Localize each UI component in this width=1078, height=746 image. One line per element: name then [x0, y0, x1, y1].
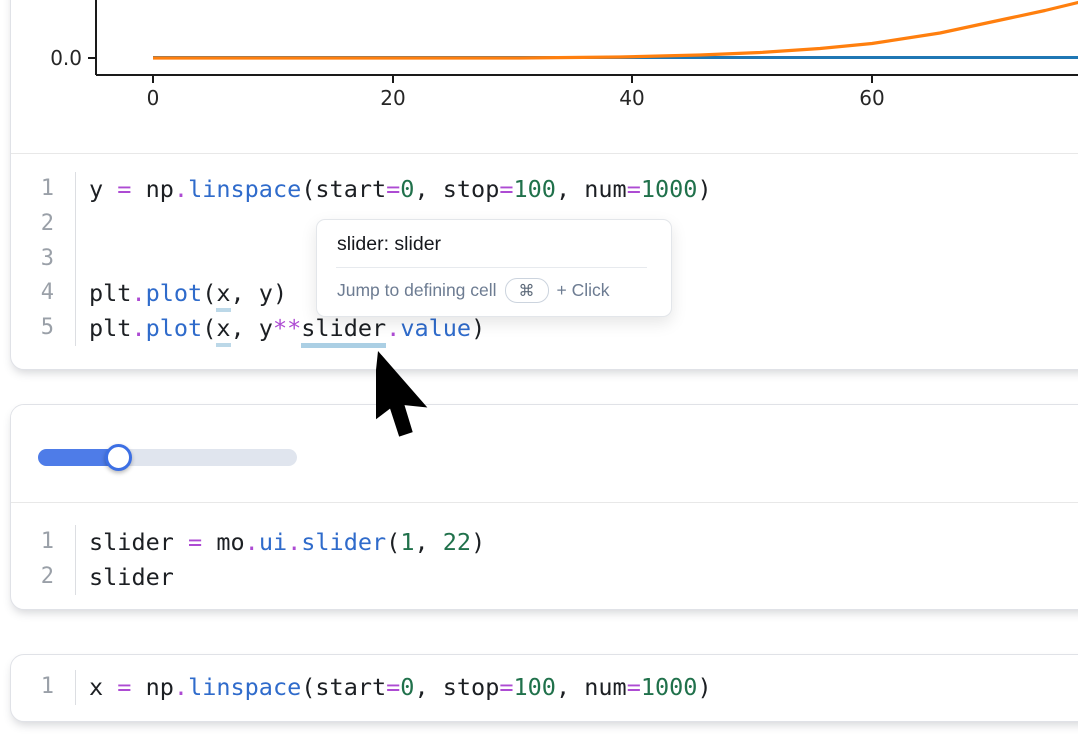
code-editor-x[interactable]: 1x = np.linspace(start=0, stop=100, num=… — [11, 655, 1078, 721]
variable-reference[interactable]: x — [216, 314, 230, 347]
code-line[interactable]: 1x = np.linspace(start=0, stop=100, num=… — [11, 670, 1078, 705]
tooltip-action-label: Jump to defining cell — [337, 280, 497, 301]
x-tick-label: 60 — [859, 86, 884, 110]
plot-output: 0.0 0 20 40 60 — [11, 0, 1078, 154]
line-number: 1 — [11, 525, 76, 560]
line-number: 5 — [11, 311, 76, 346]
notebook-cell-slider: 1slider = mo.ui.slider(1, 22)2slider — [10, 404, 1078, 610]
line-number: 2 — [11, 560, 76, 595]
line-number: 1 — [11, 172, 76, 207]
variable-reference[interactable]: x — [216, 279, 230, 312]
slider-thumb[interactable] — [105, 444, 132, 471]
code-editor-slider[interactable]: 1slider = mo.ui.slider(1, 22)2slider — [11, 503, 1078, 608]
cursor-pointer — [376, 351, 456, 451]
x-tick-label: 40 — [619, 86, 644, 110]
code-line[interactable]: 1y = np.linspace(start=0, stop=100, num=… — [11, 172, 1078, 207]
series-line-orange — [153, 0, 1078, 58]
variable-tooltip: slider: slider Jump to defining cell ⌘ +… — [316, 219, 672, 317]
notebook-cell-x: 1x = np.linspace(start=0, stop=100, num=… — [10, 654, 1078, 722]
code-line[interactable]: 2slider — [11, 560, 1078, 595]
line-number: 4 — [11, 276, 76, 311]
tooltip-click-label: + Click — [557, 280, 610, 301]
command-key-glyph: ⌘ — [519, 281, 535, 301]
variable-reference[interactable]: slider — [301, 314, 386, 348]
command-key-badge: ⌘ — [505, 278, 549, 303]
tooltip-footer: Jump to defining cell ⌘ + Click — [317, 268, 671, 316]
line-number: 3 — [11, 242, 76, 277]
code-text[interactable]: slider = mo.ui.slider(1, 22) — [76, 525, 485, 560]
code-line[interactable]: 1slider = mo.ui.slider(1, 22) — [11, 525, 1078, 560]
code-text[interactable]: y = np.linspace(start=0, stop=100, num=1… — [76, 172, 712, 207]
slider-track[interactable] — [38, 449, 297, 466]
x-tick-label: 20 — [380, 86, 405, 110]
code-text[interactable]: plt.plot(x, y) — [76, 276, 287, 311]
matplotlib-figure: 0.0 0 20 40 60 — [11, 0, 1078, 154]
code-text[interactable] — [76, 242, 89, 277]
code-text[interactable]: x = np.linspace(start=0, stop=100, num=1… — [76, 670, 712, 705]
line-number: 1 — [11, 670, 76, 705]
marimo-notebook: 0.00204060 1y = np.linspace(start=0, sto… — [0, 0, 1078, 746]
tooltip-title: slider: slider — [317, 220, 671, 267]
slider-output — [11, 405, 1078, 503]
line-number: 2 — [11, 207, 76, 242]
code-text[interactable]: slider — [76, 560, 174, 595]
code-text[interactable] — [76, 207, 89, 242]
y-tick-label: 0.0 — [50, 46, 82, 70]
x-tick-label: 0 — [147, 86, 160, 110]
